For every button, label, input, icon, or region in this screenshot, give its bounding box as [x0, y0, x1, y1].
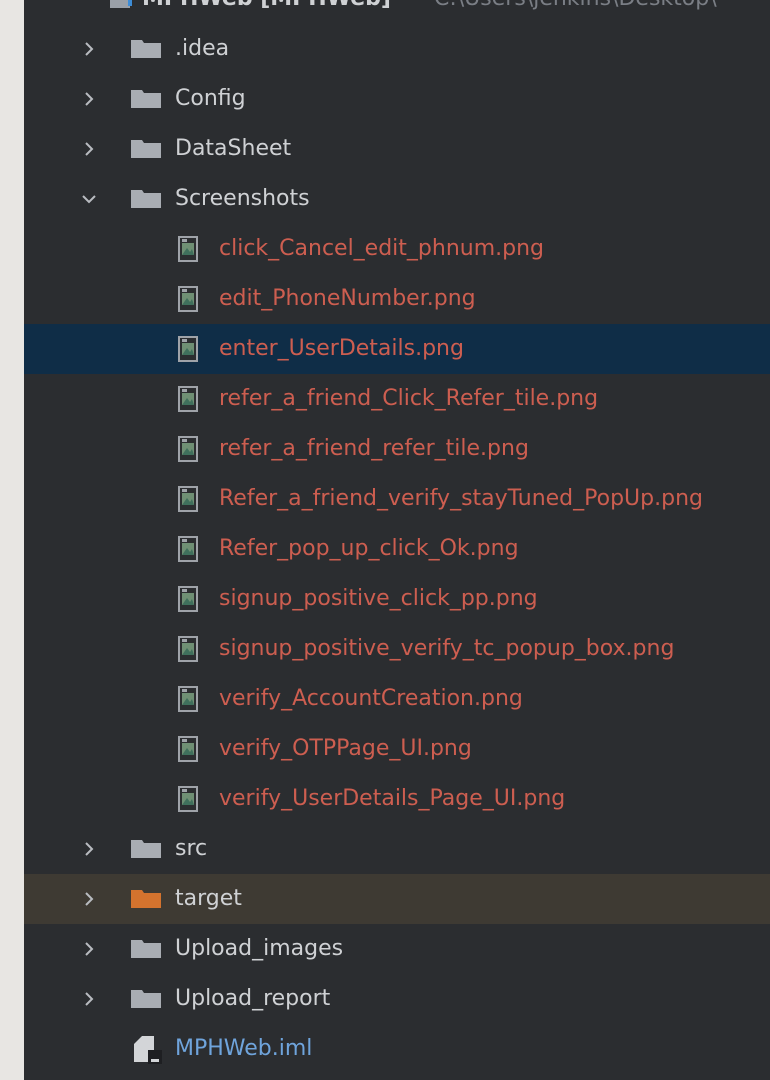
- image-file-icon: [178, 786, 198, 812]
- file-label: enter_UserDetails.png: [219, 336, 464, 361]
- file-label: signup_positive_click_pp.png: [219, 586, 538, 611]
- folder-icon: [131, 888, 161, 908]
- project-tree-panel: MPHWeb [MPHWeb] C:\Users\jenkins\Desktop…: [24, 0, 770, 1080]
- file-row[interactable]: refer_a_friend_Click_Refer_tile.png: [24, 374, 770, 424]
- project-root-label: MPHWeb [MPHWeb]: [142, 0, 391, 11]
- chevron-down-icon[interactable]: [81, 191, 97, 207]
- file-label: verify_OTPPage_UI.png: [219, 736, 472, 761]
- file-row[interactable]: verify_UserDetails_Page_UI.png: [24, 774, 770, 824]
- file-label: edit_PhoneNumber.png: [219, 286, 476, 311]
- module-file-icon: [132, 1034, 162, 1064]
- folder-label: DataSheet: [175, 136, 292, 161]
- folder-icon: [131, 938, 161, 958]
- folder-row[interactable]: Screenshots: [24, 174, 770, 224]
- file-label: verify_UserDetails_Page_UI.png: [219, 786, 566, 811]
- folder-label: .idea: [175, 36, 230, 61]
- folder-row[interactable]: src: [24, 824, 770, 874]
- image-file-icon: [178, 286, 198, 312]
- image-file-icon: [178, 386, 198, 412]
- chevron-right-icon[interactable]: [81, 841, 97, 857]
- folder-row[interactable]: .idea: [24, 24, 770, 74]
- file-label: Refer_a_friend_verify_stayTuned_PopUp.pn…: [219, 486, 703, 511]
- file-row[interactable]: verify_AccountCreation.png: [24, 674, 770, 724]
- folder-label: Config: [175, 86, 246, 111]
- image-file-icon: [178, 436, 198, 462]
- folder-icon: [131, 88, 161, 108]
- project-root-path: C:\Users\jenkins\Desktop\: [434, 0, 717, 11]
- folder-icon: [131, 988, 161, 1008]
- image-file-icon: [178, 536, 198, 562]
- file-row[interactable]: signup_positive_click_pp.png: [24, 574, 770, 624]
- file-label: verify_AccountCreation.png: [219, 686, 523, 711]
- folder-label: Screenshots: [175, 186, 310, 211]
- chevron-right-icon[interactable]: [81, 141, 97, 157]
- file-row[interactable]: signup_positive_verify_tc_popup_box.png: [24, 624, 770, 674]
- folder-icon: [131, 138, 161, 158]
- chevron-right-icon[interactable]: [81, 891, 97, 907]
- file-label: refer_a_friend_Click_Refer_tile.png: [219, 386, 599, 411]
- folder-row[interactable]: target: [24, 874, 770, 924]
- folder-row[interactable]: Upload_report: [24, 974, 770, 1024]
- folder-icon: [131, 188, 161, 208]
- folder-label: src: [175, 836, 208, 861]
- folder-icon: [131, 838, 161, 858]
- file-label: click_Cancel_edit_phnum.png: [219, 236, 545, 261]
- file-row[interactable]: enter_UserDetails.png: [24, 324, 770, 374]
- file-row[interactable]: verify_OTPPage_UI.png: [24, 724, 770, 774]
- chevron-right-icon[interactable]: [81, 941, 97, 957]
- image-file-icon: [178, 636, 198, 662]
- folder-row[interactable]: Config: [24, 74, 770, 124]
- file-row[interactable]: refer_a_friend_refer_tile.png: [24, 424, 770, 474]
- folder-row[interactable]: Upload_images: [24, 924, 770, 974]
- file-row[interactable]: click_Cancel_edit_phnum.png: [24, 224, 770, 274]
- module-marker: [128, 0, 132, 6]
- folder-row[interactable]: DataSheet: [24, 124, 770, 174]
- chevron-right-icon[interactable]: [81, 991, 97, 1007]
- module-folder-icon: [110, 0, 130, 8]
- project-root-row-partial[interactable]: MPHWeb [MPHWeb] C:\Users\jenkins\Desktop…: [24, 0, 770, 12]
- image-file-icon: [178, 736, 198, 762]
- file-row[interactable]: edit_PhoneNumber.png: [24, 274, 770, 324]
- image-file-icon: [178, 686, 198, 712]
- folder-label: Upload_report: [175, 986, 331, 1011]
- file-label: Refer_pop_up_click_Ok.png: [219, 536, 519, 561]
- file-label: signup_positive_verify_tc_popup_box.png: [219, 636, 675, 661]
- folder-icon: [131, 38, 161, 58]
- image-file-icon: [178, 336, 198, 362]
- image-file-icon: [178, 486, 198, 512]
- image-file-icon: [178, 586, 198, 612]
- folder-label: Upload_images: [175, 936, 344, 961]
- chevron-right-icon[interactable]: [81, 41, 97, 57]
- chevron-right-icon[interactable]: [81, 91, 97, 107]
- file-label: MPHWeb.iml: [175, 1036, 313, 1061]
- file-row[interactable]: MPHWeb.iml: [24, 1024, 770, 1074]
- folder-label: target: [175, 886, 242, 911]
- image-file-icon: [178, 236, 198, 262]
- file-label: refer_a_friend_refer_tile.png: [219, 436, 529, 461]
- file-row[interactable]: Refer_a_friend_verify_stayTuned_PopUp.pn…: [24, 474, 770, 524]
- file-row[interactable]: Refer_pop_up_click_Ok.png: [24, 524, 770, 574]
